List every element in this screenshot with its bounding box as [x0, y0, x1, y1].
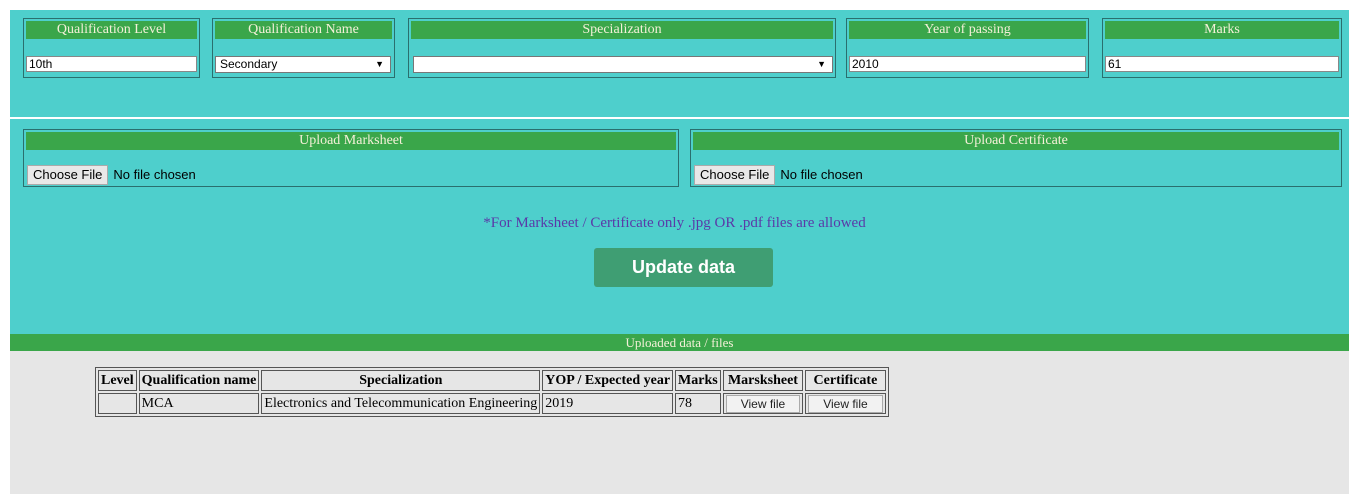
triangle-down-icon: ▼ [817, 59, 826, 69]
certificate-choose-file-button[interactable]: Choose File [694, 165, 776, 185]
marks-label: Marks [1105, 21, 1339, 39]
cell-level [98, 393, 137, 414]
cell-certificate: View file [805, 393, 886, 414]
cell-marksheet: View file [722, 393, 804, 414]
specialization-select[interactable]: ▼ [413, 56, 833, 73]
cell-specialization: Electronics and Telecommunication Engine… [261, 393, 541, 414]
year-label: Year of passing [849, 21, 1086, 39]
triangle-down-icon: ▼ [375, 59, 384, 69]
col-qualification-name: Qualification name [138, 370, 260, 391]
qualification-level-label: Qualification Level [26, 21, 197, 39]
year-input[interactable]: 2010 [849, 56, 1086, 72]
col-specialization: Specialization [261, 370, 541, 391]
uploaded-table: Level Qualification name Specialization … [95, 367, 889, 417]
table-row: MCA Electronics and Telecommunication En… [98, 393, 886, 414]
update-data-button[interactable]: Update data [594, 248, 773, 287]
cell-qualification-name: MCA [138, 393, 260, 414]
view-certificate-button[interactable]: View file [808, 394, 883, 413]
qualification-level-box: Qualification Level 10th [23, 18, 200, 78]
marks-box: Marks 61 [1102, 18, 1342, 78]
view-marksheet-button[interactable]: View file [725, 394, 801, 413]
divider [10, 117, 1349, 119]
col-certificate: Certificate [805, 370, 886, 391]
cell-yop: 2019 [542, 393, 674, 414]
cell-marks: 78 [675, 393, 721, 414]
table-header-row: Level Qualification name Specialization … [98, 370, 886, 391]
qualification-name-label: Qualification Name [215, 21, 392, 39]
col-marks: Marks [675, 370, 721, 391]
year-box: Year of passing 2010 [846, 18, 1089, 78]
marks-input[interactable]: 61 [1105, 56, 1339, 72]
col-level: Level [98, 370, 137, 391]
qualification-name-value: Secondary [220, 57, 278, 71]
upload-marksheet-label: Upload Marksheet [26, 132, 676, 150]
file-type-note: *For Marksheet / Certificate only .jpg O… [483, 215, 866, 231]
uploaded-title: Uploaded data / files [10, 334, 1349, 351]
qualification-name-select[interactable]: Secondary ▼ [215, 56, 391, 73]
upload-marksheet-box: Upload Marksheet Choose File No file chos… [23, 129, 679, 187]
specialization-label: Specialization [411, 21, 833, 39]
marksheet-file-status: No file chosen [113, 167, 196, 182]
upload-certificate-label: Upload Certificate [693, 132, 1339, 150]
col-marksheet: Marsksheet [722, 370, 804, 391]
qualification-level-input[interactable]: 10th [26, 56, 197, 72]
col-yop: YOP / Expected year [542, 370, 674, 391]
marksheet-choose-file-button[interactable]: Choose File [27, 165, 109, 185]
specialization-box: Specialization ▼ [408, 18, 836, 78]
qualification-name-box: Qualification Name Secondary ▼ [212, 18, 395, 78]
certificate-file-status: No file chosen [780, 167, 863, 182]
upload-certificate-box: Upload Certificate Choose File No file ch… [690, 129, 1342, 187]
